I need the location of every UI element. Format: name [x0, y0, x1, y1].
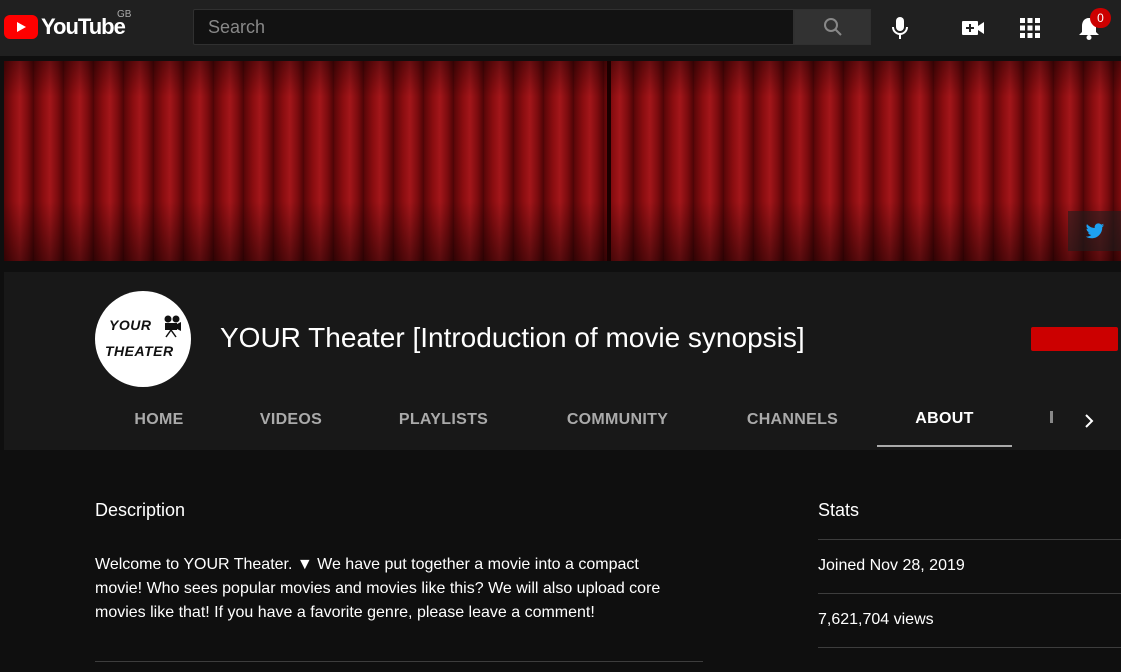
- youtube-logo[interactable]: YouTube: [4, 14, 126, 40]
- description-divider: [95, 661, 703, 662]
- curtain-seam: [607, 61, 611, 261]
- tab-playlists[interactable]: PLAYLISTS: [385, 392, 502, 447]
- stats-divider: [818, 539, 1121, 540]
- joined-date: Joined Nov 28, 2019: [818, 557, 965, 574]
- movie-camera-icon: [164, 315, 181, 338]
- create-video-icon: [962, 21, 984, 35]
- youtube-play-icon: [4, 15, 38, 39]
- tabs-scroll-right-button[interactable]: [1073, 405, 1105, 437]
- search-icon: [823, 18, 842, 36]
- logo-wordmark: YouTube: [41, 14, 126, 39]
- tab-about[interactable]: ABOUT: [877, 392, 1012, 447]
- search-input[interactable]: [194, 10, 793, 44]
- apps-grid-icon: [1020, 18, 1040, 38]
- microphone-icon: [892, 17, 908, 39]
- apps-button[interactable]: [1016, 14, 1044, 42]
- create-button[interactable]: [959, 14, 987, 42]
- channel-avatar[interactable]: YOUR THEATER: [95, 291, 191, 387]
- notification-count-badge: 0: [1090, 8, 1111, 28]
- masthead: YouTube GB Search 0: [0, 0, 1121, 56]
- tab-overflow-edge: [1050, 411, 1053, 423]
- avatar-text-line1: YOUR: [109, 317, 152, 333]
- channel-title: YOUR Theater [Introduction of movie syno…: [220, 322, 805, 353]
- chevron-right-icon: [1085, 414, 1094, 428]
- twitter-icon: [1085, 222, 1104, 238]
- stats-divider: [818, 593, 1121, 594]
- description-heading: Description: [95, 500, 186, 520]
- tab-home[interactable]: HOME: [122, 392, 196, 447]
- view-count: 7,621,704 views: [818, 611, 934, 628]
- tab-videos[interactable]: VIDEOS: [247, 392, 335, 447]
- avatar-text-line2: THEATER: [105, 343, 174, 359]
- region-code: GB: [117, 9, 132, 20]
- stats-heading: Stats: [818, 500, 860, 520]
- twitter-link[interactable]: [1068, 211, 1121, 251]
- search-button[interactable]: [794, 9, 871, 45]
- stats-divider: [818, 647, 1121, 648]
- channel-description: Welcome to YOUR Theater. ▼ We have put t…: [95, 556, 661, 621]
- tab-community[interactable]: COMMUNITY: [552, 392, 683, 447]
- search-box: [193, 9, 794, 45]
- voice-search-button[interactable]: [886, 14, 914, 42]
- tab-channels[interactable]: CHANNELS: [734, 392, 851, 447]
- subscribe-button[interactable]: [1031, 327, 1118, 351]
- channel-banner: [4, 61, 1121, 261]
